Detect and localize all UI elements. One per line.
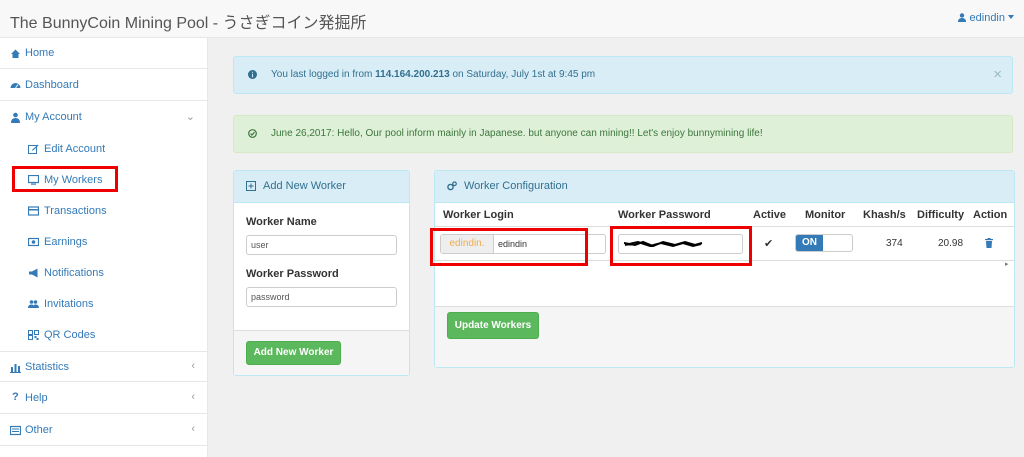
users-icon: [28, 300, 39, 308]
chevron-left-icon: ‹: [191, 423, 195, 435]
chevron-left-icon: ‹: [191, 360, 195, 372]
sidebar-item-home[interactable]: Home: [0, 38, 207, 69]
add-worker-footer: Add New Worker: [234, 330, 409, 375]
sidebar-label: Invitations: [44, 298, 94, 310]
sidebar: Home Dashboard My Account ⌄ Edit Account…: [0, 38, 208, 457]
sidebar-item-statistics[interactable]: Statistics ‹: [0, 351, 207, 382]
column-header-difficulty: Difficulty: [917, 209, 965, 221]
update-workers-button[interactable]: Update Workers: [447, 312, 539, 339]
username: edindin: [969, 12, 1005, 24]
sidebar-item-my-account[interactable]: My Account ⌄: [0, 102, 207, 133]
difficulty-value: 20.98: [938, 238, 964, 249]
column-header-khash: Khash/s: [863, 209, 906, 221]
add-worker-panel: Add New Worker Worker Name user Worker P…: [233, 170, 410, 376]
sidebar-label: Edit Account: [44, 143, 106, 155]
trash-icon[interactable]: [985, 238, 993, 248]
column-header-action: Action: [973, 209, 1008, 221]
main-content: You last logged in from 114.164.200.213 …: [208, 38, 1024, 457]
news-text: June 26,2017: Hello, Our pool inform mai…: [271, 128, 763, 139]
gears-icon: [447, 181, 457, 191]
account-icon: [11, 112, 20, 123]
worker-config-footer: Update Workers: [435, 306, 1014, 367]
money-icon: [28, 237, 39, 247]
login-suffix: on Saturday, July 1st at 9:45 pm: [449, 69, 596, 80]
active-check-icon: ✔: [764, 238, 774, 250]
highlight-box-worker-login: [430, 228, 588, 266]
sidebar-item-qr-codes[interactable]: QR Codes: [0, 320, 207, 351]
sidebar-label: QR Codes: [44, 329, 96, 341]
worker-config-title: Worker Configuration: [464, 180, 568, 192]
column-header-monitor: Monitor: [805, 209, 846, 221]
plus-square-icon: [246, 181, 256, 191]
site-title[interactable]: The BunnyCoin Mining Pool - うさぎコイン発掘所: [10, 9, 367, 33]
sidebar-label: Transactions: [44, 205, 107, 217]
add-worker-title: Add New Worker: [263, 180, 346, 192]
credit-card-icon: [28, 206, 39, 216]
monitor-toggle[interactable]: ON: [795, 234, 853, 252]
sidebar-label: Dashboard: [25, 79, 79, 91]
sidebar-label: Help: [25, 392, 48, 404]
sidebar-label: Earnings: [44, 236, 88, 248]
khash-value: 374: [886, 238, 903, 249]
caret-down-icon: [1008, 15, 1014, 19]
column-header-worker-login: Worker Login: [443, 209, 514, 221]
sidebar-item-invitations[interactable]: Invitations: [0, 289, 207, 320]
sidebar-label: Home: [25, 47, 55, 59]
add-new-worker-button[interactable]: Add New Worker: [246, 341, 341, 365]
dashboard-icon: [10, 83, 21, 89]
login-prefix: You last logged in from: [271, 69, 376, 80]
add-worker-heading: Add New Worker: [234, 171, 409, 203]
list-icon: [10, 425, 21, 436]
monitor-toggle-on: ON: [796, 235, 823, 251]
check-circle-icon: [248, 129, 257, 138]
column-header-worker-password: Worker Password: [618, 209, 711, 221]
bullhorn-icon: [29, 268, 38, 278]
info-icon: [248, 70, 257, 79]
login-ip: 114.164.200.213: [375, 69, 450, 80]
sidebar-item-help[interactable]: ? Help ‹: [0, 383, 207, 414]
worker-name-input[interactable]: user: [246, 235, 397, 255]
close-icon[interactable]: ×: [993, 66, 1002, 83]
home-icon: [11, 49, 20, 58]
edit-icon: [28, 144, 39, 154]
sidebar-item-other[interactable]: Other ‹: [0, 415, 207, 446]
highlight-box-my-workers: [12, 166, 118, 192]
login-info-alert: You last logged in from 114.164.200.213 …: [233, 56, 1013, 94]
worker-config-heading: Worker Configuration: [435, 171, 1014, 203]
sidebar-item-transactions[interactable]: Transactions: [0, 196, 207, 227]
scroll-right-arrow-icon[interactable]: ▸: [1005, 260, 1009, 268]
sidebar-label: Notifications: [44, 267, 104, 279]
worker-name-label: Worker Name: [246, 216, 317, 228]
sidebar-label: My Account: [25, 111, 82, 123]
worker-config-panel: Worker Configuration Worker Login Worker…: [430, 170, 1015, 368]
question-icon: ?: [12, 391, 19, 403]
sidebar-item-notifications[interactable]: Notifications: [0, 258, 207, 289]
sidebar-label: Other: [25, 424, 53, 436]
chevron-down-icon: ⌄: [185, 111, 195, 123]
bar-chart-icon: [10, 364, 21, 373]
user-icon: [957, 13, 966, 22]
chevron-left-icon: ‹: [191, 391, 195, 403]
user-menu[interactable]: edindin: [957, 12, 1014, 24]
highlight-box-worker-password: [610, 226, 752, 266]
sidebar-item-dashboard[interactable]: Dashboard: [0, 70, 207, 101]
top-navbar: The BunnyCoin Mining Pool - うさぎコイン発掘所 ed…: [0, 0, 1024, 38]
worker-password-label: Worker Password: [246, 268, 339, 280]
sidebar-item-edit-account[interactable]: Edit Account: [0, 134, 207, 165]
sidebar-label: Statistics: [25, 361, 70, 373]
column-header-active: Active: [753, 209, 787, 221]
sidebar-item-earnings[interactable]: Earnings: [0, 227, 207, 258]
news-alert: June 26,2017: Hello, Our pool inform mai…: [233, 115, 1013, 153]
worker-password-input[interactable]: password: [246, 287, 397, 307]
qrcode-icon: [28, 330, 39, 340]
